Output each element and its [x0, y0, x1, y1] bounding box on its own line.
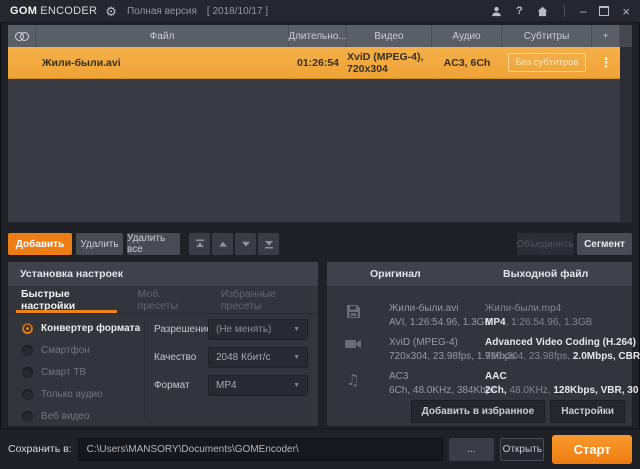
save-to-label: Сохранить в:: [8, 443, 72, 455]
output-header: Выходной файл: [503, 268, 589, 280]
file-list: Файл Длительно... Видео Аудио Субтитры +…: [8, 25, 632, 223]
radio-off-icon: [22, 366, 33, 378]
file-duration: 01:26:54: [296, 56, 340, 69]
title-bar: GOM ENCODER ⚙ Полная версия [ 2018/10/17…: [0, 0, 640, 23]
header-corner: [620, 25, 632, 47]
move-down-button[interactable]: [235, 233, 256, 255]
music-note-icon: ♫: [346, 371, 360, 389]
plus-column-header: +: [592, 25, 620, 47]
titlebar-divider: [563, 5, 565, 17]
row-menu-icon[interactable]: ⋮: [600, 56, 613, 69]
chevron-down-icon: ▼: [293, 326, 300, 333]
move-bottom-button[interactable]: [258, 233, 279, 255]
output-path-input[interactable]: C:\Users\MANSORY\Documents\GOMEncoder\: [77, 437, 443, 461]
radio-on-icon: [22, 322, 33, 334]
version-label: Полная версия: [126, 5, 197, 17]
subtitles-button[interactable]: Без субтитров: [507, 53, 587, 72]
segment-button[interactable]: Сегмент: [577, 233, 632, 255]
output-settings-button[interactable]: Настройки: [550, 400, 625, 423]
build-date: [ 2018/10/17 ]: [206, 5, 269, 17]
maximize-button[interactable]: [599, 6, 610, 16]
radio-smartphone[interactable]: Смартфон: [16, 339, 140, 361]
gear-icon[interactable]: ⚙: [105, 5, 117, 18]
link-column-header: [8, 25, 36, 47]
radio-label: Конвертер формата: [41, 322, 141, 334]
close-button[interactable]: ×: [622, 5, 630, 18]
original-header: Оригинал: [370, 268, 421, 280]
radio-label: Веб видео: [41, 410, 90, 422]
settings-tabs: Быстрые настройки Моб. пресеты Избранные…: [8, 286, 318, 314]
remove-all-button[interactable]: Удалить все: [127, 233, 180, 255]
tab-mobile-presets[interactable]: Моб. пресеты: [125, 286, 208, 313]
vertical-scrollbar[interactable]: [620, 47, 632, 222]
radio-smart-tv[interactable]: Смарт ТВ: [16, 361, 140, 383]
quality-select[interactable]: 2048 Кбит/с ▼: [208, 347, 308, 368]
settings-panel-header: Установка настроек: [8, 262, 318, 286]
radio-web-video[interactable]: Веб видео: [16, 405, 140, 427]
radio-label: Смартфон: [41, 344, 90, 356]
file-name: Жили-были.avi: [42, 56, 121, 69]
subtitles-column-header: Субтитры: [502, 25, 592, 47]
panel-divider: [144, 320, 145, 421]
merge-button[interactable]: Объединить: [516, 233, 574, 255]
duration-column-header: Длительно...: [288, 25, 347, 47]
quality-label: Качество: [154, 352, 197, 363]
radio-off-icon: [22, 410, 33, 422]
file-video-info: XviD (MPEG-4), 720x304: [347, 50, 424, 75]
remove-button[interactable]: Удалить: [76, 233, 123, 255]
output-video-info: Advanced Video Coding (H.264) 720x304, 2…: [485, 337, 640, 362]
video-column-header: Видео: [347, 25, 432, 47]
resolution-label: Разрешение: [154, 324, 212, 335]
file-row[interactable]: Жили-были.avi 01:26:54 XviD (MPEG-4), 72…: [8, 47, 620, 79]
radio-off-icon: [22, 344, 33, 356]
tab-favorite-presets[interactable]: Избранные пресеты: [208, 286, 318, 313]
chevron-down-icon: ▼: [293, 354, 300, 361]
app-name: GOM: [10, 5, 38, 17]
original-file-info: Жили-были.avi AVI, 1:26:54.96, 1.3GB: [389, 303, 492, 328]
start-button[interactable]: Старт: [552, 434, 632, 464]
resolution-select[interactable]: (Не менять) ▼: [208, 319, 308, 340]
bottom-bar: Сохранить в: C:\Users\MANSORY\Documents\…: [0, 428, 640, 469]
radio-label: Смарт ТВ: [41, 366, 87, 378]
minimize-button[interactable]: –: [580, 5, 587, 17]
help-icon[interactable]: ?: [516, 5, 523, 17]
conversion-mode-list: Конвертер формата Смартфон Смарт ТВ Толь…: [16, 317, 140, 427]
add-to-favorites-button[interactable]: Добавить в избранное: [410, 400, 546, 423]
audio-column-header: Аудио: [432, 25, 502, 47]
radio-off-icon: [22, 388, 33, 400]
original-audio-info: AC3 6Ch, 48.0KHz, 384Kbps: [389, 371, 497, 396]
file-list-header: Файл Длительно... Видео Аудио Субтитры +: [8, 25, 632, 47]
tab-quick-settings[interactable]: Быстрые настройки: [8, 286, 125, 313]
settings-panel-title: Установка настроек: [20, 268, 124, 280]
file-info-panel: Оригинал Выходной файл ♫ Жили-были.avi A…: [327, 262, 640, 426]
reorder-buttons: [189, 233, 279, 255]
format-select[interactable]: MP4 ▼: [208, 375, 308, 396]
file-list-body: Жили-были.avi 01:26:54 XviD (MPEG-4), 72…: [8, 47, 632, 223]
add-button[interactable]: Добавить: [8, 233, 72, 255]
radio-label: Только аудио: [41, 388, 103, 400]
open-folder-button[interactable]: Открыть: [500, 437, 545, 461]
radio-audio-only[interactable]: Только аудио: [16, 383, 140, 405]
move-top-button[interactable]: [189, 233, 210, 255]
app-logo: GOM ENCODER: [10, 5, 98, 17]
browse-button[interactable]: ...: [448, 437, 495, 461]
file-icon: [343, 304, 363, 322]
chevron-down-icon: ▼: [293, 382, 300, 389]
video-camera-icon: [343, 338, 363, 353]
file-audio-info: AC3, 6Ch: [443, 56, 491, 69]
output-file-info: Жили-были.mp4 MP4, 1:26:54.96, 1.3GB: [485, 303, 593, 328]
file-column-header: Файл: [36, 25, 289, 47]
format-label: Формат: [154, 380, 190, 391]
user-icon[interactable]: [490, 5, 503, 18]
radio-format-converter[interactable]: Конвертер формата: [16, 317, 140, 339]
list-toolbar: Добавить Удалить Удалить все Объединить …: [8, 233, 632, 255]
move-up-button[interactable]: [212, 233, 233, 255]
settings-panel: Установка настроек Быстрые настройки Моб…: [8, 262, 318, 426]
home-icon[interactable]: [536, 5, 549, 18]
output-audio-info: AAC 2Ch, 48.0KHz, 128Kbps, VBR, 30 ...: [485, 371, 640, 396]
